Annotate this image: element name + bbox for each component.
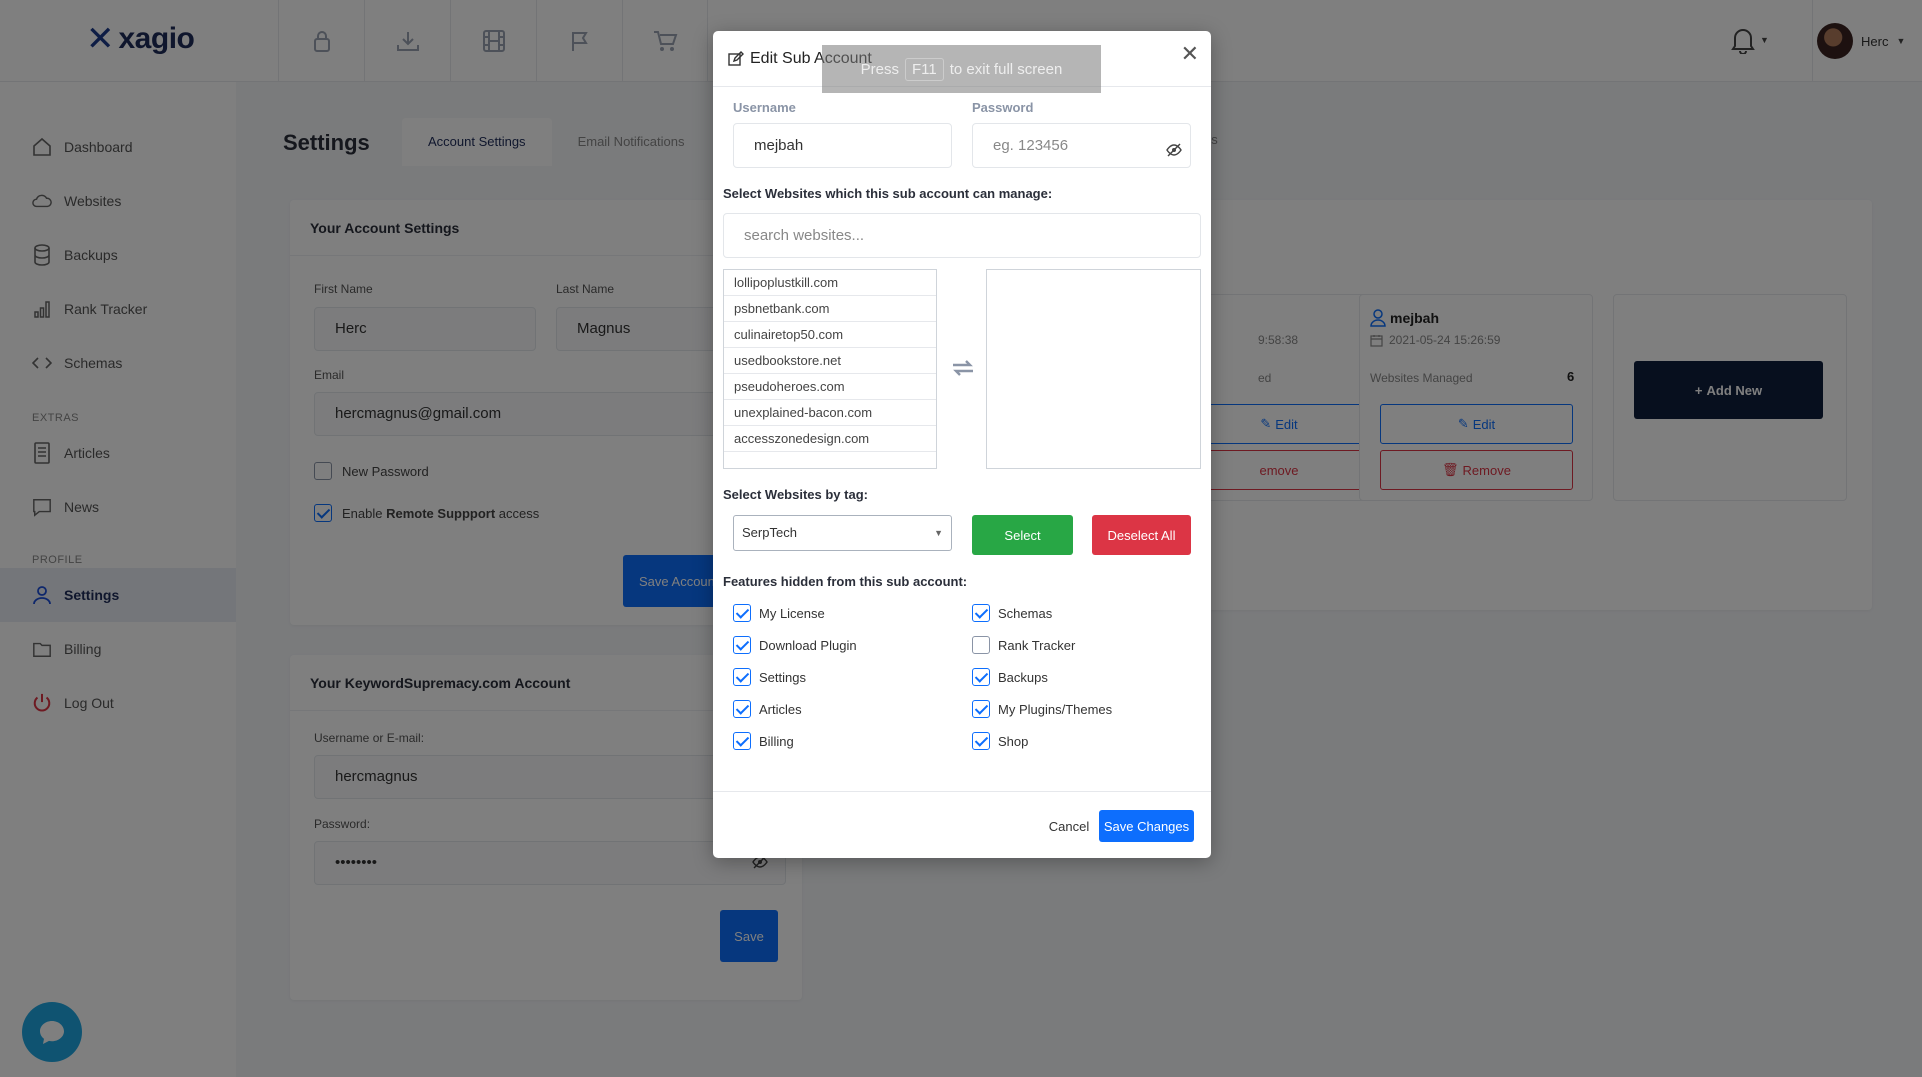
checkbox[interactable] xyxy=(733,668,751,686)
deselect-all-button[interactable]: Deselect All xyxy=(1092,515,1191,555)
select-tag-button[interactable]: Select xyxy=(972,515,1073,555)
checkbox[interactable] xyxy=(972,732,990,750)
chevron-down-icon: ▼ xyxy=(934,528,943,538)
username-label: Username xyxy=(733,100,796,115)
feature-label: Backups xyxy=(998,669,1048,685)
edit-sub-account-modal: Edit Sub Account ✕ Username mejbah Passw… xyxy=(713,31,1211,858)
checkbox[interactable] xyxy=(733,636,751,654)
checkbox[interactable] xyxy=(972,636,990,654)
swap-arrows-icon[interactable] xyxy=(951,359,975,382)
tag-select-value: SerpTech xyxy=(742,525,797,540)
feature-my-license[interactable]: My License xyxy=(733,604,825,622)
password-label: Password xyxy=(972,100,1034,115)
close-icon[interactable]: ✕ xyxy=(1181,41,1199,67)
checkbox[interactable] xyxy=(733,732,751,750)
feature-label: Rank Tracker xyxy=(998,637,1076,653)
checkbox[interactable] xyxy=(972,668,990,686)
feature-label: My Plugins/Themes xyxy=(998,701,1113,717)
fullscreen-hint-post: to exit full screen xyxy=(949,60,1063,78)
search-websites-input[interactable]: search websites... xyxy=(723,213,1201,258)
list-item[interactable]: lollipoplustkill.com xyxy=(724,270,936,296)
feature-label: Billing xyxy=(759,733,794,749)
feature-rank-tracker[interactable]: Rank Tracker xyxy=(972,636,1075,654)
tag-select[interactable]: SerpTech ▼ xyxy=(733,515,952,551)
list-item[interactable]: culinairetop50.com xyxy=(724,322,936,348)
feature-label: My License xyxy=(759,605,825,621)
list-item[interactable]: usedbookstore.net xyxy=(724,348,936,374)
features-heading: Features hidden from this sub account: xyxy=(723,574,968,589)
checkbox[interactable] xyxy=(972,604,990,622)
list-item[interactable]: unexplained-bacon.com xyxy=(724,400,936,426)
list-item[interactable]: pseudoheroes.com xyxy=(724,374,936,400)
feature-label: Articles xyxy=(759,701,802,717)
feature-download-plugin[interactable]: Download Plugin xyxy=(733,636,857,654)
feature-articles[interactable]: Articles xyxy=(733,700,802,718)
username-input[interactable]: mejbah xyxy=(733,123,952,168)
fullscreen-hint-key: F11 xyxy=(905,57,944,81)
modal-footer-divider xyxy=(713,791,1211,792)
websites-heading: Select Websites which this sub account c… xyxy=(723,186,1053,201)
selected-websites-list[interactable] xyxy=(986,269,1201,469)
save-changes-button[interactable]: Save Changes xyxy=(1099,810,1194,842)
checkbox[interactable] xyxy=(733,700,751,718)
eye-slash-icon[interactable] xyxy=(1166,143,1182,162)
feature-label: Settings xyxy=(759,669,806,685)
feature-label: Schemas xyxy=(998,605,1053,621)
feature-label: Shop xyxy=(998,733,1029,749)
feature-shop[interactable]: Shop xyxy=(972,732,1028,750)
list-item[interactable]: accesszonedesign.com xyxy=(724,426,936,452)
cancel-button[interactable]: Cancel xyxy=(1041,810,1097,842)
tag-heading: Select Websites by tag: xyxy=(723,487,868,502)
feature-settings[interactable]: Settings xyxy=(733,668,806,686)
edit-icon xyxy=(728,50,744,66)
feature-backups[interactable]: Backups xyxy=(972,668,1048,686)
available-websites-list[interactable]: lollipoplustkill.com psbnetbank.com culi… xyxy=(723,269,937,469)
checkbox[interactable] xyxy=(733,604,751,622)
fullscreen-hint-pre: Press xyxy=(860,60,900,78)
checkbox[interactable] xyxy=(972,700,990,718)
feature-my-plugins-themes[interactable]: My Plugins/Themes xyxy=(972,700,1112,718)
feature-label: Download Plugin xyxy=(759,637,857,653)
password-input[interactable]: eg. 123456 xyxy=(972,123,1191,168)
list-item[interactable]: psbnetbank.com xyxy=(724,296,936,322)
feature-schemas[interactable]: Schemas xyxy=(972,604,1052,622)
feature-billing[interactable]: Billing xyxy=(733,732,794,750)
fullscreen-hint: Press F11 to exit full screen xyxy=(822,45,1101,93)
